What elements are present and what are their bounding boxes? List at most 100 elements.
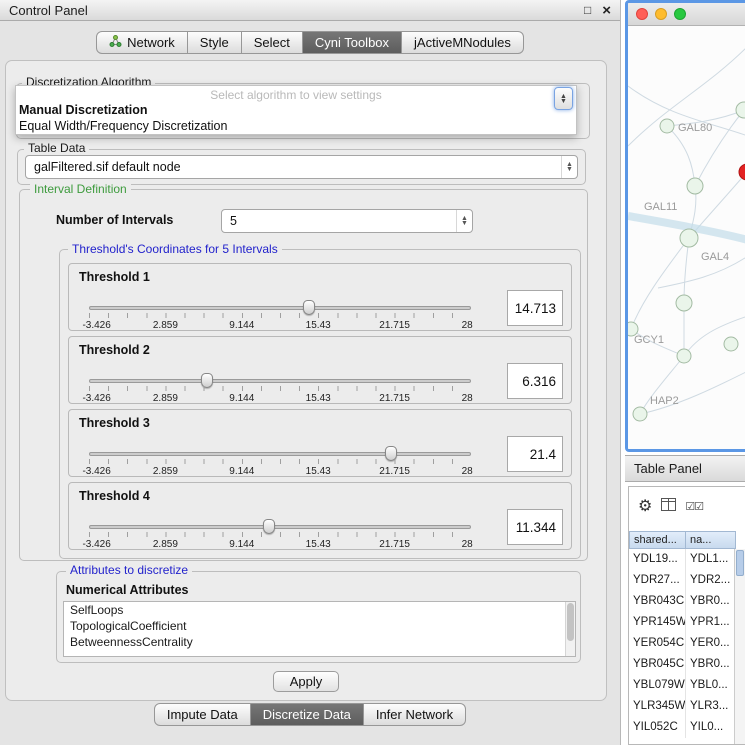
- threshold-2-panel: Threshold 2 -3.426 2.859 9.144 15.43 21.…: [68, 336, 572, 404]
- table-row[interactable]: YBL079WYBL0...: [629, 675, 745, 696]
- dropdown-option-manual-discretization[interactable]: Manual Discretization: [16, 102, 576, 118]
- table-cell[interactable]: YDR2...: [686, 570, 736, 591]
- tab-impute-data[interactable]: Impute Data: [154, 703, 251, 726]
- slider-track[interactable]: [89, 525, 471, 529]
- threshold-3-value-field[interactable]: 21.4: [507, 436, 563, 472]
- table-data-combo[interactable]: galFiltered.sif default node ▲▼: [25, 155, 578, 179]
- slider-ticks: [89, 313, 471, 318]
- table-cell[interactable]: YBR045C: [629, 654, 686, 675]
- list-item-betweennesscentrality[interactable]: BetweennessCentrality: [64, 634, 575, 650]
- tab-infer-network-label: Infer Network: [376, 707, 453, 722]
- table-cell[interactable]: YER054C: [629, 633, 686, 654]
- list-item-topologicalcoefficient[interactable]: TopologicalCoefficient: [64, 618, 575, 634]
- node[interactable]: [724, 337, 738, 351]
- number-of-intervals-combo[interactable]: 5 ▲▼: [221, 209, 473, 233]
- thresholds-group-label: Threshold's Coordinates for 5 Intervals: [68, 242, 282, 256]
- selected-red-node[interactable]: [739, 164, 745, 180]
- tab-infer-network[interactable]: Infer Network: [364, 703, 466, 726]
- table-cell[interactable]: YPR1...: [686, 612, 736, 633]
- threshold-3-slider[interactable]: -3.426 2.859 9.144 15.43 21.715 28: [89, 452, 471, 478]
- table-cell[interactable]: YBR0...: [686, 591, 736, 612]
- column-header-name[interactable]: na...: [686, 531, 736, 549]
- number-of-intervals-stepper-icon[interactable]: ▲▼: [456, 210, 472, 232]
- threshold-1-slider[interactable]: -3.426 2.859 9.144 15.43 21.715 28: [89, 306, 471, 332]
- tab-cyni-toolbox[interactable]: Cyni Toolbox: [303, 31, 402, 54]
- table-row[interactable]: YBR043CYBR0...: [629, 591, 745, 612]
- table-row[interactable]: YPR145WYPR1...: [629, 612, 745, 633]
- table-data-combo-stepper-icon[interactable]: ▲▼: [561, 156, 577, 178]
- tab-select[interactable]: Select: [242, 31, 303, 54]
- node-hap2[interactable]: [633, 407, 647, 421]
- threshold-4-panel: Threshold 4 -3.426 2.859 9.144 15.43 21.…: [68, 482, 572, 550]
- node[interactable]: [677, 349, 691, 363]
- tick-label: 9.144: [229, 466, 254, 477]
- apply-button[interactable]: Apply: [273, 671, 339, 692]
- gear-icon[interactable]: ⚙: [638, 499, 652, 515]
- slider-ticks: [89, 532, 471, 537]
- node-gal80[interactable]: [660, 119, 674, 133]
- slider-track[interactable]: [89, 379, 471, 383]
- node[interactable]: [736, 102, 745, 118]
- table-cell[interactable]: YBR043C: [629, 591, 686, 612]
- table-row[interactable]: YLR345WYLR3...: [629, 696, 745, 717]
- columns-icon[interactable]: [661, 498, 676, 516]
- table-row[interactable]: YBR045CYBR0...: [629, 654, 745, 675]
- float-window-icon[interactable]: □: [584, 3, 591, 17]
- tab-cyni-toolbox-label: Cyni Toolbox: [315, 35, 389, 50]
- table-cell[interactable]: YBL0...: [686, 675, 736, 696]
- algorithm-combo-stepper[interactable]: ▲▼: [554, 87, 573, 110]
- tab-style[interactable]: Style: [188, 31, 242, 54]
- tick-label: 28: [462, 466, 473, 477]
- threshold-1-value-field[interactable]: 14.713: [507, 290, 563, 326]
- table-cell[interactable]: YDL19...: [629, 549, 686, 570]
- node[interactable]: [676, 295, 692, 311]
- node-label: GAL4: [701, 251, 729, 263]
- threshold-4-value-field[interactable]: 11.344: [507, 509, 563, 545]
- scrollbar-thumb[interactable]: [736, 550, 744, 576]
- cyni-panel-body: Discretization Algorithm Select algorith…: [5, 60, 607, 701]
- table-cell[interactable]: YDL1...: [686, 549, 736, 570]
- number-of-intervals-label: Number of Intervals: [56, 213, 173, 227]
- table-cell[interactable]: YIL0...: [686, 717, 736, 738]
- control-panel-titlebar: Control Panel □ ×: [0, 0, 620, 21]
- threshold-2-value-field[interactable]: 6.316: [507, 363, 563, 399]
- tab-network[interactable]: Network: [96, 31, 188, 54]
- tick-label: 21.715: [379, 466, 410, 477]
- tab-jactivemnodules[interactable]: jActiveMNodules: [402, 31, 524, 54]
- threshold-2-slider[interactable]: -3.426 2.859 9.144 15.43 21.715 28: [89, 379, 471, 405]
- table-cell[interactable]: YBR0...: [686, 654, 736, 675]
- tab-discretize-data[interactable]: Discretize Data: [251, 703, 364, 726]
- table-panel-title: Table Panel: [634, 461, 702, 476]
- table-cell[interactable]: YPR145W: [629, 612, 686, 633]
- attributes-scrollbar[interactable]: [565, 602, 575, 656]
- select-columns-icon[interactable]: ☑☑: [685, 500, 703, 513]
- table-cell[interactable]: YIL052C: [629, 717, 686, 738]
- dropdown-option-equal-width[interactable]: Equal Width/Frequency Discretization: [16, 118, 576, 134]
- list-item-selfloops[interactable]: SelfLoops: [64, 602, 575, 618]
- node-gal4[interactable]: [680, 229, 698, 247]
- table-cell[interactable]: YBL079W: [629, 675, 686, 696]
- table-row[interactable]: YDL19...YDL1...: [629, 549, 745, 570]
- scrollbar-thumb[interactable]: [567, 603, 574, 641]
- tick-label: 9.144: [229, 320, 254, 331]
- minimize-traffic-light-icon[interactable]: [655, 8, 667, 20]
- table-cell[interactable]: YER0...: [686, 633, 736, 654]
- table-cell[interactable]: YLR3...: [686, 696, 736, 717]
- table-row[interactable]: YDR27...YDR2...: [629, 570, 745, 591]
- table-scrollbar[interactable]: [734, 549, 745, 744]
- close-traffic-light-icon[interactable]: [636, 8, 648, 20]
- zoom-traffic-light-icon[interactable]: [674, 8, 686, 20]
- threshold-4-slider[interactable]: -3.426 2.859 9.144 15.43 21.715 28: [89, 525, 471, 551]
- table-cell[interactable]: YLR345W: [629, 696, 686, 717]
- table-row[interactable]: YIL052CYIL0...: [629, 717, 745, 738]
- network-canvas[interactable]: GAL80 GAL11 GAL4 GCY1 HAP2: [628, 26, 745, 449]
- node-gal11[interactable]: [687, 178, 703, 194]
- column-header-shared-name[interactable]: shared...: [629, 531, 686, 549]
- table-row[interactable]: YER054CYER0...: [629, 633, 745, 654]
- network-view-window[interactable]: GAL80 GAL11 GAL4 GCY1 HAP2: [625, 0, 745, 452]
- table-cell[interactable]: YDR27...: [629, 570, 686, 591]
- slider-track[interactable]: [89, 452, 471, 456]
- tick-label: 9.144: [229, 393, 254, 404]
- slider-track[interactable]: [89, 306, 471, 310]
- close-icon[interactable]: ×: [602, 2, 611, 19]
